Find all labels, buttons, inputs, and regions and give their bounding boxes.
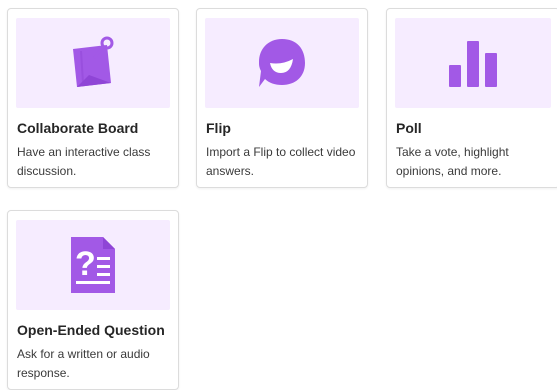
bar-chart-icon [449,41,497,87]
activity-type-grid: Collaborate Board Have an interactive cl… [0,0,557,390]
open-ended-question-card[interactable]: ? Open-Ended Question Ask for a written … [7,210,179,390]
card-description: Have an interactive class discussion. [17,145,151,178]
card-thumbnail [395,18,551,108]
card-thumbnail [205,18,359,108]
card-thumbnail [16,18,170,108]
flip-card[interactable]: Flip Import a Flip to collect video answ… [196,8,368,188]
card-title: Poll [396,120,422,136]
card-description: Take a vote, highlight opinions, and mor… [396,145,509,178]
card-description: Import a Flip to collect video answers. [206,145,356,178]
card-title: Flip [206,120,231,136]
collaborate-board-card[interactable]: Collaborate Board Have an interactive cl… [7,8,179,188]
sticky-note-pin-icon [73,36,114,87]
poll-card[interactable]: Poll Take a vote, highlight opinions, an… [386,8,557,188]
card-title: Collaborate Board [17,120,139,136]
card-title: Open-Ended Question [17,322,165,338]
svg-text:?: ? [75,245,96,283]
card-description: Ask for a written or audio response. [17,347,150,380]
flip-smile-icon [259,39,305,87]
card-thumbnail: ? [16,220,170,310]
question-document-icon: ? [71,237,115,293]
